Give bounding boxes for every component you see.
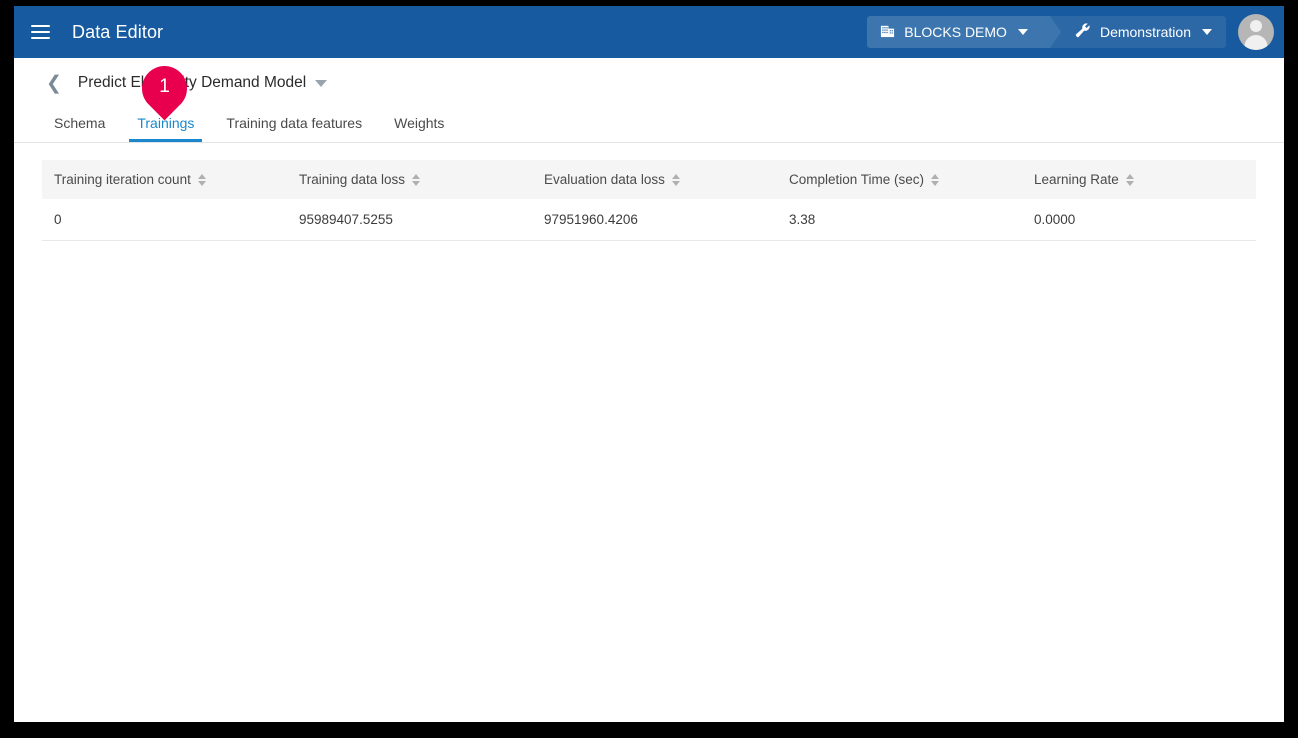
- cell-completion-time: 3.38: [777, 199, 1022, 241]
- tab-weights[interactable]: Weights: [378, 115, 460, 142]
- sort-updown-icon[interactable]: [931, 173, 940, 186]
- tab-bar: Schema Trainings Training data features …: [46, 102, 1284, 142]
- chevron-down-icon: [1202, 29, 1212, 35]
- org-selector-chip[interactable]: BLOCKS DEMO: [867, 16, 1061, 48]
- user-avatar[interactable]: [1238, 14, 1274, 50]
- column-header-completion-time[interactable]: Completion Time (sec): [777, 160, 1022, 199]
- column-header-training-data-loss[interactable]: Training data loss: [287, 160, 532, 199]
- column-header-label: Training iteration count: [54, 172, 191, 187]
- table-header: Training iteration count Training data l…: [42, 160, 1256, 199]
- page-title: Predict Electricity Demand Model: [77, 74, 307, 91]
- column-header-label: Evaluation data loss: [544, 172, 665, 187]
- table-header-row: Training iteration count Training data l…: [42, 160, 1256, 199]
- column-header-label: Completion Time (sec): [789, 172, 925, 187]
- chevron-down-icon: [1017, 29, 1028, 35]
- column-header-label: Learning Rate: [1034, 172, 1119, 187]
- tab-trainings[interactable]: Trainings: [121, 115, 210, 142]
- sort-updown-icon[interactable]: [412, 173, 421, 186]
- table-body: 0 95989407.5255 97951960.4206 3.38 0.000…: [42, 199, 1256, 241]
- breadcrumb: ❮ Predict Electricity Demand Model: [46, 58, 1284, 102]
- sort-updown-icon[interactable]: [197, 173, 206, 186]
- chevron-left-icon[interactable]: ❮: [46, 74, 62, 93]
- tab-training-data-features[interactable]: Training data features: [210, 115, 378, 142]
- tab-bar-divider: [14, 142, 1284, 143]
- screen-frame: Data Editor BLOCKS DEMO Demonstration ❮ …: [0, 0, 1298, 738]
- page-subheader: ❮ Predict Electricity Demand Model Schem…: [14, 58, 1284, 143]
- tab-schema[interactable]: Schema: [46, 115, 121, 142]
- org-selector-label: BLOCKS DEMO: [904, 24, 1007, 40]
- building-icon: [880, 23, 895, 41]
- column-header-evaluation-data-loss[interactable]: Evaluation data loss: [532, 160, 777, 199]
- environment-selector-label: Demonstration: [1099, 24, 1191, 40]
- app-title: Data Editor: [72, 21, 164, 42]
- hamburger-menu-icon[interactable]: [23, 15, 57, 49]
- sort-updown-icon[interactable]: [1125, 173, 1134, 186]
- app-header-bar: Data Editor BLOCKS DEMO Demonstration: [14, 6, 1284, 58]
- column-header-learning-rate[interactable]: Learning Rate: [1022, 160, 1256, 199]
- column-header-training-iteration-count[interactable]: Training iteration count: [42, 160, 287, 199]
- trainings-table-container: Training iteration count Training data l…: [14, 143, 1284, 241]
- cell-training-iteration-count: 0: [42, 199, 287, 241]
- browser-viewport: Data Editor BLOCKS DEMO Demonstration ❮ …: [14, 6, 1284, 722]
- column-header-label: Training data loss: [299, 172, 406, 187]
- sort-updown-icon[interactable]: [671, 173, 680, 186]
- app-header-right-controls: BLOCKS DEMO Demonstration: [867, 6, 1284, 58]
- context-breadcrumb-chips: BLOCKS DEMO Demonstration: [867, 16, 1226, 48]
- tab-training-data-features-label: Training data features: [226, 115, 363, 131]
- cell-training-data-loss: 95989407.5255: [287, 199, 532, 241]
- chevron-down-icon[interactable]: [315, 79, 328, 87]
- table-row[interactable]: 0 95989407.5255 97951960.4206 3.38 0.000…: [42, 199, 1256, 241]
- tab-weights-label: Weights: [394, 115, 445, 131]
- trainings-table: Training iteration count Training data l…: [42, 160, 1256, 241]
- tab-trainings-label: Trainings: [137, 115, 195, 131]
- cell-learning-rate: 0.0000: [1022, 199, 1256, 241]
- cell-evaluation-data-loss: 97951960.4206: [532, 199, 777, 241]
- wrench-icon: [1074, 22, 1091, 42]
- environment-selector-chip[interactable]: Demonstration: [1049, 16, 1226, 48]
- tab-schema-label: Schema: [54, 115, 106, 131]
